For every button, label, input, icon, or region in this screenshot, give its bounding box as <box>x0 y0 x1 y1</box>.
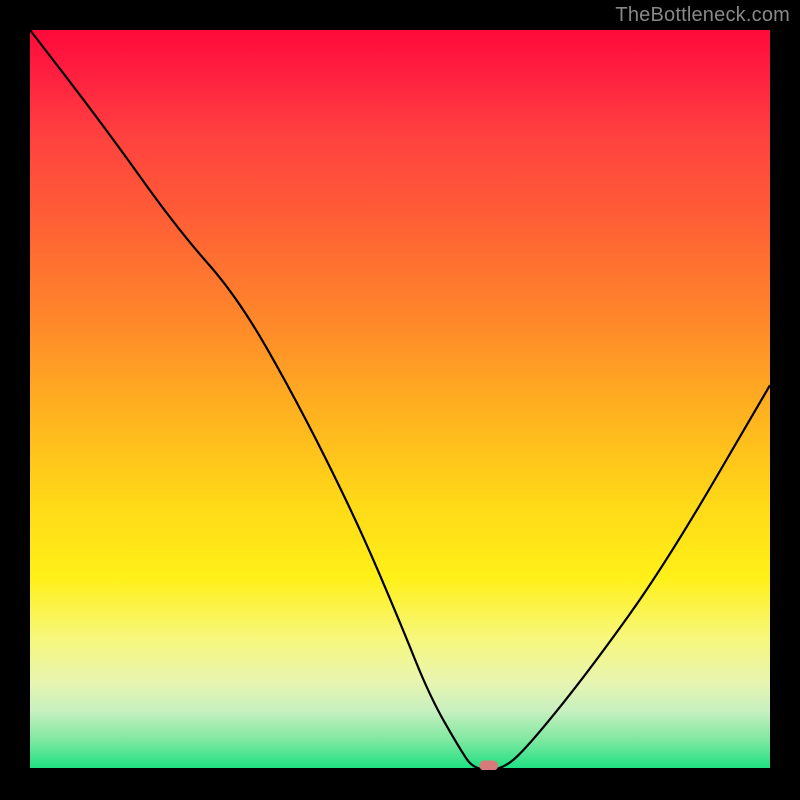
optimal-marker <box>480 761 498 770</box>
plot-area <box>30 30 770 770</box>
chart-svg <box>30 30 770 770</box>
watermark-text: TheBottleneck.com <box>615 4 790 27</box>
bottleneck-curve <box>30 30 770 770</box>
chart-frame: TheBottleneck.com <box>0 0 800 800</box>
